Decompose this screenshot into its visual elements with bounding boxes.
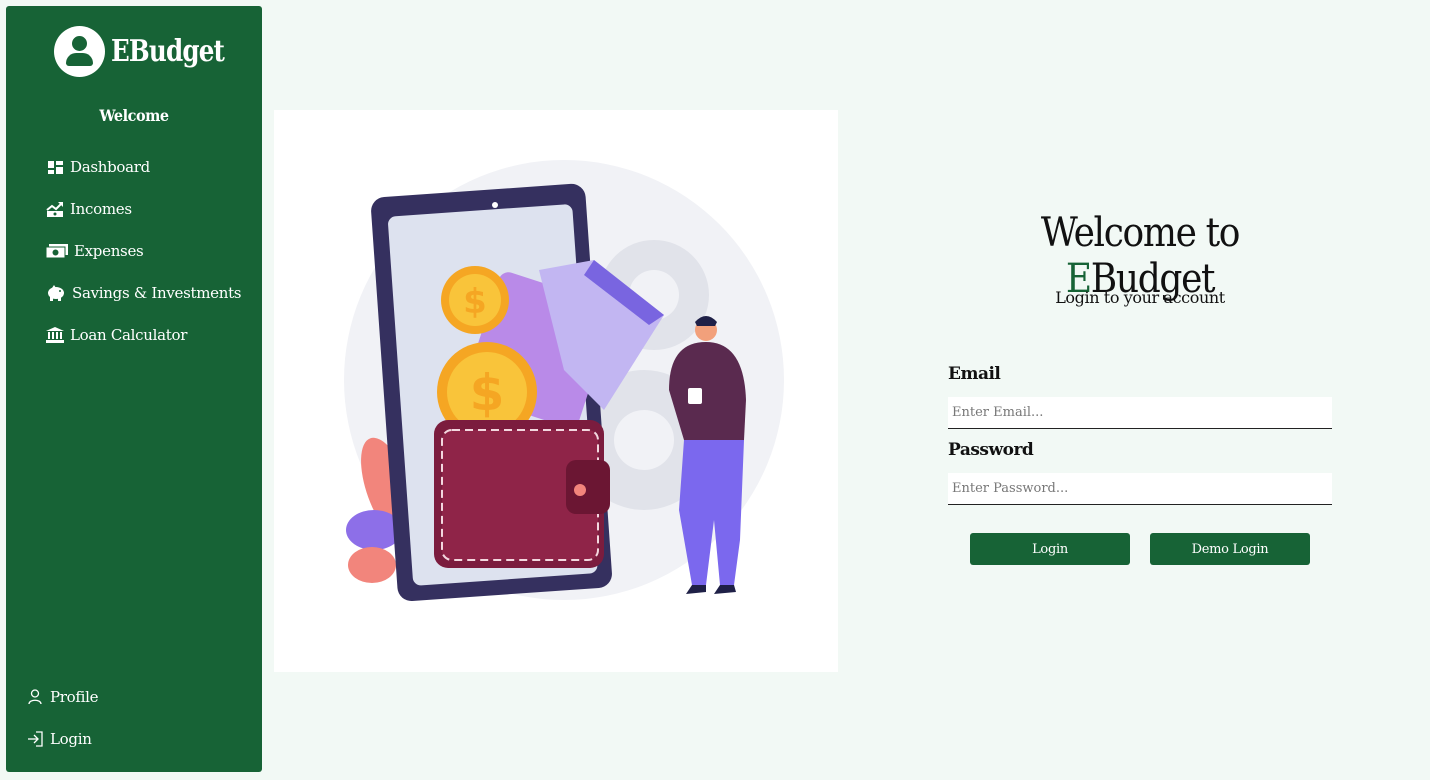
sidebar-item-expenses[interactable]: Expenses: [46, 230, 241, 272]
sidebar-item-label: Expenses: [74, 242, 144, 260]
sidebar-bottom-nav: Profile Login: [26, 676, 99, 760]
trending-up-icon: [46, 201, 64, 217]
sidebar-item-savings[interactable]: Savings & Investments: [46, 272, 242, 314]
email-field[interactable]: [948, 397, 1332, 429]
login-illustration: $ $: [274, 110, 838, 672]
password-label: Password: [948, 440, 1034, 460]
bank-icon: [46, 327, 64, 343]
sidebar: EBudget Welcome Dashboard Incomes Expens…: [6, 6, 262, 772]
user-icon: [26, 689, 44, 705]
sidebar-item-label: Login: [50, 730, 92, 748]
svg-text:$: $: [463, 282, 487, 322]
page-subtitle: Login to your account: [1055, 288, 1225, 307]
sidebar-nav: Dashboard Incomes Expenses Savings & Inv…: [46, 146, 242, 356]
brand[interactable]: EBudget: [54, 26, 249, 77]
sidebar-item-dashboard[interactable]: Dashboard: [46, 146, 241, 188]
piggy-bank-icon: [46, 285, 66, 301]
sidebar-item-label: Incomes: [70, 200, 132, 218]
dashboard-icon: [46, 159, 64, 175]
sidebar-item-login[interactable]: Login: [26, 718, 98, 760]
sidebar-item-label: Savings & Investments: [72, 284, 242, 302]
password-field[interactable]: [948, 473, 1332, 505]
sidebar-item-profile[interactable]: Profile: [26, 676, 99, 718]
sidebar-item-loan-calculator[interactable]: Loan Calculator: [46, 314, 241, 356]
login-button[interactable]: Login: [970, 533, 1130, 565]
sidebar-item-label: Profile: [50, 688, 99, 706]
money-bill-icon: [46, 243, 68, 259]
sidebar-item-label: Dashboard: [70, 158, 150, 176]
sidebar-item-label: Loan Calculator: [70, 326, 188, 344]
brand-name: EBudget: [111, 34, 225, 69]
title-prefix: Welcome to: [1040, 210, 1241, 256]
svg-text:$: $: [470, 364, 505, 422]
welcome-text: Welcome: [99, 106, 169, 125]
sidebar-item-incomes[interactable]: Incomes: [46, 188, 241, 230]
email-label: Email: [948, 364, 1001, 384]
login-icon: [26, 731, 44, 747]
user-avatar-icon: [54, 26, 105, 77]
demo-login-button[interactable]: Demo Login: [1150, 533, 1310, 565]
